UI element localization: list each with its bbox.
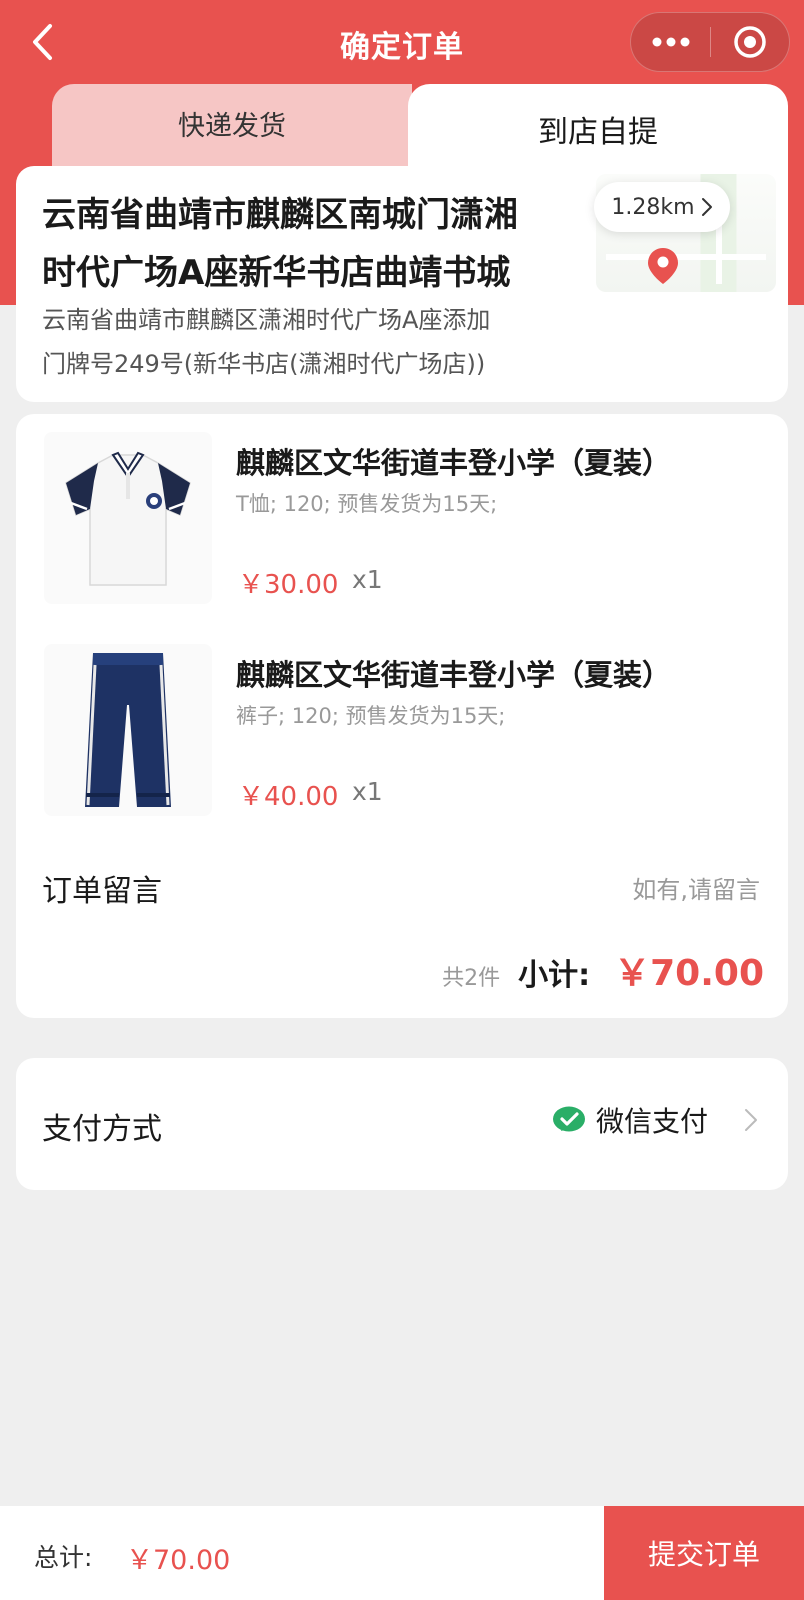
chevron-right-icon (745, 1109, 757, 1131)
checkout-bar: 总计: ￥70.00 提交订单 (0, 1506, 804, 1600)
track-pants-image (44, 644, 212, 816)
product-spec: T恤; 120; 预售发货为15天; (236, 492, 498, 516)
product-price: ￥30.00 (238, 570, 339, 600)
product-quantity: x1 (352, 565, 383, 594)
tab-store-pickup[interactable]: 到店自提 (408, 84, 788, 174)
polo-shirt-image (44, 432, 212, 604)
subtotal-amount: ￥70.00 (614, 953, 764, 994)
product-item[interactable]: 麒麟区文华街道丰登小学（夏装） T恤; 120; 预售发货为15天; ￥30.0… (16, 432, 788, 622)
mini-program-capsule (630, 12, 790, 72)
order-card: 麒麟区文华街道丰登小学（夏装） T恤; 120; 预售发货为15天; ￥30.0… (16, 414, 788, 1018)
chevron-right-icon (701, 198, 712, 216)
total-label: 总计: (34, 1543, 93, 1572)
store-address: 云南省曲靖市麒麟区潇湘时代广场A座添加 门牌号249号(新华书店(潇湘时代广场店… (42, 298, 582, 386)
more-dots-icon (652, 37, 689, 47)
store-address-line-1: 云南省曲靖市麒麟区潇湘时代广场A座添加 (42, 306, 491, 334)
item-count: 共2件 (442, 966, 501, 991)
track-pants-icon (85, 653, 171, 807)
payment-method-label: 微信支付 (595, 1105, 708, 1138)
polo-shirt-icon (65, 451, 191, 586)
store-name-line-1: 云南省曲靖市麒麟区南城门潇湘 (42, 195, 518, 235)
product-spec: 裤子; 120; 预售发货为15天; (236, 704, 506, 728)
map-road (606, 254, 766, 260)
subtotal-label: 小计: (518, 958, 591, 993)
subtotal-row: 共2件 小计: ￥70.00 (442, 944, 764, 996)
store-address-line-2: 门牌号249号(新华书店(潇湘时代广场店)) (42, 350, 486, 378)
total-amount: ￥70.00 (126, 1545, 231, 1576)
payment-label: 支付方式 (42, 1112, 162, 1147)
order-remark-input[interactable]: 如有,请留言 (632, 870, 760, 905)
submit-order-button[interactable]: 提交订单 (604, 1506, 804, 1600)
delivery-tabs: 快递发货 到店自提 (52, 84, 788, 174)
wechat-pay-icon (552, 1106, 585, 1132)
distance-badge[interactable]: 1.28km (594, 182, 730, 232)
distance-text: 1.28km (611, 194, 695, 220)
payment-method-selector[interactable]: 微信支付 (552, 1100, 758, 1140)
product-quantity: x1 (352, 777, 383, 806)
target-circle-icon (734, 26, 766, 58)
order-remark-label: 订单留言 (42, 874, 162, 909)
more-button[interactable] (631, 12, 710, 72)
store-name-line-2: 时代广场A座新华书店曲靖书城 (42, 253, 511, 293)
product-item[interactable]: 麒麟区文华街道丰登小学（夏装） 裤子; 120; 预售发货为15天; ￥40.0… (16, 644, 788, 834)
tab-express-delivery[interactable]: 快递发货 (52, 84, 412, 170)
product-title: 麒麟区文华街道丰登小学（夏装） (236, 658, 672, 692)
nav-bar: 确定订单 (0, 0, 804, 84)
store-name: 云南省曲靖市麒麟区南城门潇湘 时代广场A座新华书店曲靖书城 (42, 186, 582, 302)
product-title: 麒麟区文华街道丰登小学（夏装） (236, 446, 672, 480)
close-mini-program-button[interactable] (711, 12, 789, 72)
location-pin-icon (646, 246, 680, 290)
product-price: ￥40.00 (238, 782, 339, 812)
payment-method-row[interactable]: 支付方式 微信支付 (16, 1058, 788, 1190)
